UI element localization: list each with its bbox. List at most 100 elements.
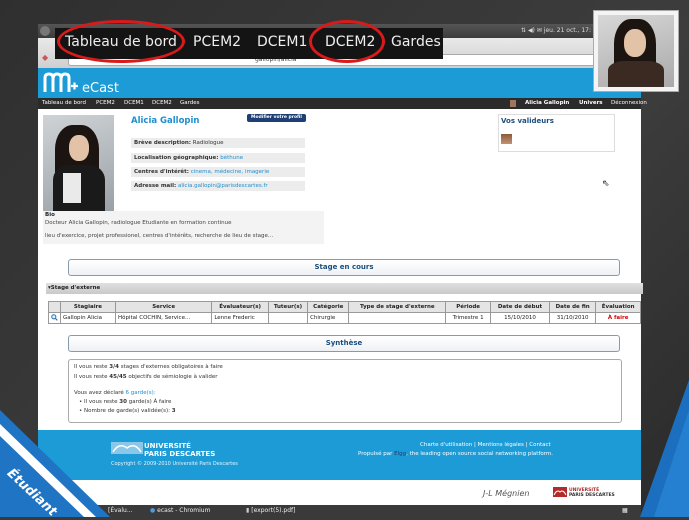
nav-user-name[interactable]: Alicia Gallopin xyxy=(525,100,569,106)
taskbar-item-chromium[interactable]: ● ecast - Chromium xyxy=(150,507,210,514)
site-header xyxy=(38,68,641,98)
email-link[interactable]: alicia.gallopin@parisdescartes.fr xyxy=(178,183,268,189)
gardes-link[interactable]: 6 garde(s): xyxy=(126,390,156,396)
synthese-line-stages: Il vous reste 3/4 stages d'externes obli… xyxy=(74,364,223,370)
university-name-1: UNIVERSITÉ xyxy=(144,442,191,450)
taskbar-item-evaluation[interactable]: [Évalu... xyxy=(108,507,133,514)
magnifier-icon[interactable] xyxy=(48,312,61,324)
modify-profile-button[interactable]: Modifier votre profil xyxy=(247,114,306,122)
col-periode[interactable]: Période xyxy=(445,301,492,313)
site-logo-text[interactable]: eCast xyxy=(82,81,119,96)
cell-stagiaire: Gallopin Alicia xyxy=(60,312,116,324)
validators-title: Vos valideurs xyxy=(501,117,554,125)
network-icon[interactable]: ⇅ xyxy=(521,27,526,34)
nav-logout[interactable]: Déconnexion xyxy=(611,100,647,106)
profile-field-description: Brève description: Radiologue xyxy=(131,138,305,148)
copyright-text: Copyright © 2009-2010 Université Paris D… xyxy=(111,461,238,467)
profile-name: Alicia Gallopin xyxy=(131,116,200,126)
nav-dcem2[interactable]: DCEM2 xyxy=(152,100,172,106)
university-logo-small-icon xyxy=(553,487,567,497)
ecast-logo-icon[interactable] xyxy=(43,72,79,94)
mouse-cursor-icon: ⇖ xyxy=(602,179,610,189)
taskbar-item-pdf[interactable]: ▮ [export(5).pdf] xyxy=(246,507,296,514)
bio-line-1: Docteur Alicia Gallopin, radiologue Etud… xyxy=(45,220,232,226)
col-date-debut[interactable]: Date de début xyxy=(490,301,550,313)
profile-photo xyxy=(43,115,114,211)
powered-by: Propulsé par Elgg, the leading open sour… xyxy=(358,451,554,457)
col-date-fin[interactable]: Date de fin xyxy=(548,301,597,313)
col-tuteurs[interactable]: Tuteur(s) xyxy=(267,301,309,313)
cell-evaluateur: Lenne Frederic xyxy=(211,312,269,324)
webcam-inset xyxy=(593,10,679,92)
zoom-item-gardes[interactable]: Gardes xyxy=(391,34,441,50)
user-avatar[interactable] xyxy=(510,100,516,107)
stage-externe-toggle[interactable]: ▾Stage d'externe xyxy=(46,283,643,294)
footer-links: Charte d'utilisation | Mentions légales … xyxy=(420,442,551,448)
bio-line-2: lieu d'exercice, projet professionel, ce… xyxy=(45,233,274,239)
highlight-ring-tableau xyxy=(57,20,185,63)
nav-gardes[interactable]: Gardes xyxy=(180,100,200,106)
zoom-item-dcem1[interactable]: DCEM1 xyxy=(257,34,307,50)
mail-icon[interactable]: ✉ xyxy=(537,27,542,34)
table-row[interactable]: Gallopin Alicia Hôpital COCHIN, Service.… xyxy=(48,312,641,324)
col-evaluateurs[interactable]: Évaluateur(s) xyxy=(211,301,269,313)
author-name: J-L Mégnien xyxy=(483,489,530,498)
site-footer: UNIVERSITÉ PARIS DESCARTES Copyright © 2… xyxy=(38,430,641,480)
bio-box: Bio Docteur Alicia Gallopin, radiologue … xyxy=(43,211,324,244)
cell-service: Hôpital COCHIN, Service... xyxy=(114,312,213,324)
university-name-2: PARIS DESCARTES xyxy=(144,450,216,458)
main-nav: Tableau de bord PCEM2 DCEM1 DCEM2 Gardes… xyxy=(38,98,647,109)
university-small-2: PARIS DESCARTES xyxy=(569,493,615,498)
col-evaluation[interactable]: Évaluation xyxy=(595,301,641,313)
browser-tab-icon[interactable]: ◆ xyxy=(42,53,48,62)
synthese-box: Il vous reste 3/4 stages d'externes obli… xyxy=(68,359,622,423)
highlight-ring-dcem2 xyxy=(309,20,385,63)
col-stagiaire[interactable]: Stagiaire xyxy=(60,301,116,313)
synthese-line-gardes: Vous avez déclaré 6 garde(s): xyxy=(74,390,156,396)
nav-tableau-de-bord[interactable]: Tableau de bord xyxy=(42,100,86,106)
bio-title: Bio xyxy=(45,212,55,218)
stage-en-cours-header[interactable]: Stage en cours xyxy=(68,259,620,276)
validator-avatar[interactable] xyxy=(501,134,512,144)
nav-univers[interactable]: Univers xyxy=(579,100,603,106)
stage-table-header: Stagiaire Service Évaluateur(s) Tuteur(s… xyxy=(48,301,641,313)
stage-table: Stagiaire Service Évaluateur(s) Tuteur(s… xyxy=(48,301,641,324)
footer-link-charte[interactable]: Charte d'utilisation xyxy=(420,442,472,448)
cell-tuteur xyxy=(267,312,309,324)
profile-field-location: Localisation géographique: béthune xyxy=(131,153,305,163)
bottom-taskbar: [Évalu... ● ecast - Chromium ▮ [export(5… xyxy=(38,505,641,517)
synthese-header[interactable]: Synthèse xyxy=(68,335,620,352)
decorative-triangle xyxy=(640,380,689,517)
cell-periode: Trimestre 1 xyxy=(445,312,492,324)
university-logo-icon xyxy=(111,442,143,454)
synthese-line-objectifs: Il vous reste 45/45 objectifs de sémiolo… xyxy=(74,374,218,380)
profile-field-email: Adresse mail: alicia.gallopin@parisdesca… xyxy=(131,181,305,191)
elgg-link[interactable]: Elgg xyxy=(394,451,406,457)
zoom-item-pcem2[interactable]: PCEM2 xyxy=(193,34,241,50)
location-link[interactable]: béthune xyxy=(220,155,243,161)
nav-pcem2[interactable]: PCEM2 xyxy=(96,100,115,106)
student-corner-badge xyxy=(0,410,110,517)
synthese-bullet-a-faire: • Il vous reste 30 garde(s) À faire xyxy=(79,399,172,405)
cell-evaluation-link[interactable]: À faire xyxy=(595,312,641,324)
slide-footer: J-L Mégnien UNIVERSITÉ PARIS DESCARTES xyxy=(38,480,641,506)
col-service[interactable]: Service xyxy=(114,301,213,313)
trash-icon[interactable]: ▦ xyxy=(622,507,628,514)
footer-link-mentions[interactable]: Mentions légales xyxy=(478,442,524,448)
chromium-icon: ● xyxy=(150,507,156,514)
col-type-stage[interactable]: Type de stage d'externe xyxy=(348,301,447,313)
system-tray: ⇅ ◀) ✉ jeu. 21 oct., 17: xyxy=(521,27,591,34)
nav-dcem1[interactable]: DCEM1 xyxy=(124,100,144,106)
interests-links[interactable]: cinema, médecine, imagerie xyxy=(191,169,270,175)
cell-date-fin: 31/10/2010 xyxy=(548,312,597,324)
cell-date-debut: 15/10/2010 xyxy=(490,312,550,324)
footer-link-contact[interactable]: Contact xyxy=(529,442,550,448)
volume-icon[interactable]: ◀) xyxy=(528,27,535,34)
document-icon: ▮ xyxy=(246,507,250,514)
ubuntu-logo-icon[interactable] xyxy=(40,26,50,36)
profile-field-interests: Centres d'intérêt: cinema, médecine, ima… xyxy=(131,167,305,177)
cell-type xyxy=(348,312,447,324)
col-categorie[interactable]: Catégorie xyxy=(307,301,350,313)
clock-text[interactable]: jeu. 21 oct., 17: xyxy=(544,27,591,34)
col-icon xyxy=(48,301,61,313)
